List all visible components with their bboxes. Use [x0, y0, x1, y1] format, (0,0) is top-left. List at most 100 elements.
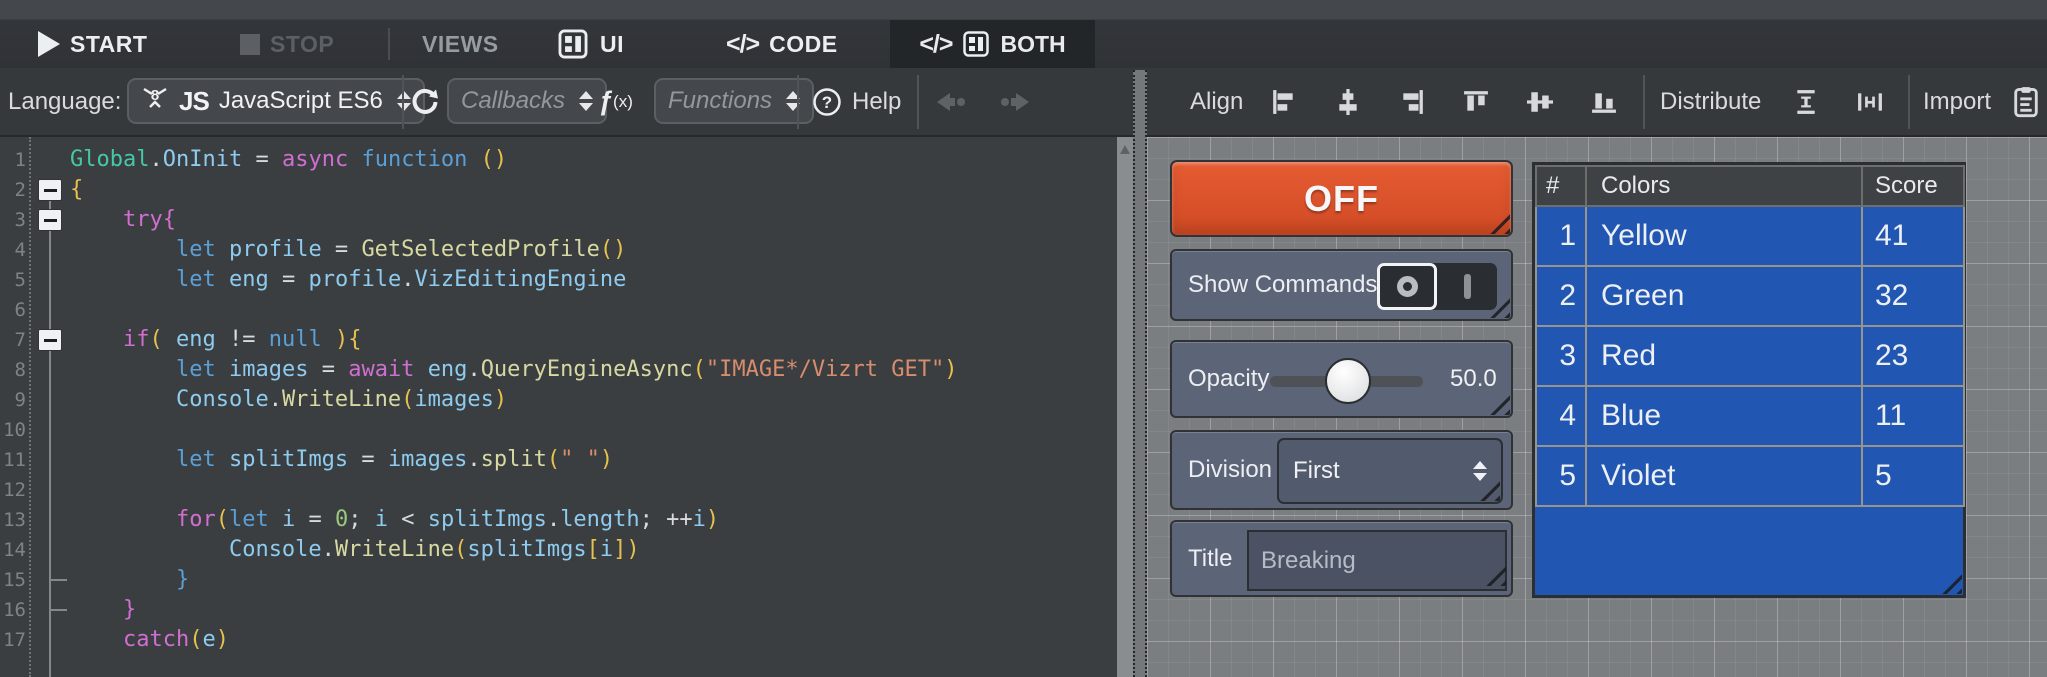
align-bottom-icon[interactable]	[1591, 89, 1617, 115]
division-label: Division	[1188, 456, 1272, 484]
table-cell[interactable]: 5	[1536, 446, 1586, 506]
stop-button[interactable]: STOP	[240, 20, 334, 68]
distribute-label: Distribute	[1660, 68, 1761, 135]
line-number: 12	[0, 475, 26, 505]
both-view-button[interactable]: </> BOTH	[890, 20, 1095, 68]
table-row[interactable]: 5Violet5	[1536, 446, 1964, 506]
line-number: 10	[0, 415, 26, 445]
navigate-forward-button[interactable]	[996, 68, 1030, 135]
refresh-button[interactable]	[410, 68, 440, 135]
scores-table-widget[interactable]: #ColorsScore 1Yellow412Green323Red234Blu…	[1532, 162, 1966, 598]
ui-view-button[interactable]: UI	[556, 20, 624, 68]
table-cell[interactable]: 32	[1862, 266, 1964, 326]
distribute-horizontal-icon[interactable]	[1857, 89, 1883, 115]
opacity-value: 50.0	[1450, 365, 1497, 393]
align-middle-vertical-icon[interactable]	[1527, 89, 1553, 115]
line-number: 2	[0, 175, 26, 205]
table-cell[interactable]: 3	[1536, 326, 1586, 386]
off-button-widget[interactable]: OFF	[1170, 160, 1513, 237]
table-cell[interactable]: Blue	[1586, 386, 1862, 446]
import-clipboard-button[interactable]	[2012, 68, 2040, 135]
table-row[interactable]: 1Yellow41	[1536, 206, 1964, 266]
stop-icon	[240, 34, 260, 55]
code-line	[70, 475, 958, 505]
code-tag-icon: </>	[726, 30, 759, 59]
toolbar-separator	[1643, 75, 1645, 129]
help-button[interactable]: ? Help	[812, 68, 901, 135]
code-view-button[interactable]: </> CODE	[726, 20, 838, 68]
start-button[interactable]: START	[38, 20, 147, 68]
table-row[interactable]: 2Green32	[1536, 266, 1964, 326]
show-commands-widget: Show Commands	[1170, 249, 1513, 321]
functions-dropdown[interactable]: Functions	[654, 78, 814, 124]
line-number-gutter: 1234567891011121314151617	[0, 145, 26, 655]
align-right-icon[interactable]	[1399, 89, 1425, 115]
spinner-icon	[1473, 461, 1487, 481]
import-button[interactable]: Import	[1923, 68, 1991, 135]
ui-design-canvas[interactable]: OFF Show Commands Opacity 50.0 Division …	[1147, 137, 2047, 677]
resize-grip[interactable]	[1486, 391, 1510, 415]
table-cell[interactable]: 4	[1536, 386, 1586, 446]
resize-grip[interactable]	[1486, 210, 1510, 234]
fold-end-tick	[50, 579, 67, 581]
table-cell[interactable]: 1	[1536, 206, 1586, 266]
spinner-icon	[579, 91, 593, 111]
clipboard-icon	[2012, 86, 2040, 118]
fold-collapse-button[interactable]	[38, 179, 62, 201]
fold-collapse-button[interactable]	[38, 209, 62, 231]
align-center-horizontal-icon[interactable]	[1335, 89, 1361, 115]
toggle-off-state[interactable]	[1377, 263, 1437, 310]
toggle-off-icon	[1397, 276, 1418, 297]
code-line: let eng = profile.VizEditingEngine	[70, 265, 958, 295]
align-left-icon[interactable]	[1271, 89, 1297, 115]
show-commands-toggle[interactable]	[1377, 263, 1497, 310]
table-cell[interactable]: Yellow	[1586, 206, 1862, 266]
line-number: 16	[0, 595, 26, 625]
line-number: 14	[0, 535, 26, 565]
code-line	[70, 295, 958, 325]
fold-collapse-button[interactable]	[38, 329, 62, 351]
code-line: if( eng != null ){	[70, 325, 958, 355]
code-editor[interactable]: 1234567891011121314151617 Global.OnInit …	[0, 137, 1117, 677]
opacity-label: Opacity	[1188, 365, 1269, 393]
table-cell[interactable]: Violet	[1586, 446, 1862, 506]
table-cell[interactable]: 2	[1536, 266, 1586, 326]
table-cell[interactable]: 11	[1862, 386, 1964, 446]
distribute-vertical-icon[interactable]	[1793, 89, 1819, 115]
opacity-widget: Opacity 50.0	[1170, 340, 1513, 418]
title-label: Title	[1188, 545, 1232, 573]
callbacks-dropdown[interactable]: Callbacks	[447, 78, 607, 124]
align-top-icon[interactable]	[1463, 89, 1489, 115]
language-dropdown[interactable]: 8 JS JavaScript ES6	[127, 78, 425, 124]
toggle-on-state[interactable]	[1437, 263, 1497, 310]
title-input[interactable]	[1247, 530, 1507, 591]
table-cell[interactable]: 5	[1862, 446, 1964, 506]
panel-splitter[interactable]	[1133, 70, 1147, 677]
table-row[interactable]: 3Red23	[1536, 326, 1964, 386]
table-cell[interactable]: Green	[1586, 266, 1862, 326]
line-number: 13	[0, 505, 26, 535]
scroll-up-icon[interactable]	[1120, 145, 1130, 154]
opacity-slider-thumb[interactable]	[1325, 358, 1371, 404]
table-cell[interactable]: Red	[1586, 326, 1862, 386]
gutter-divider	[29, 137, 31, 677]
table-column-header: Colors	[1586, 166, 1862, 206]
code-line: }	[70, 595, 958, 625]
table-column-header: #	[1536, 166, 1586, 206]
align-buttons	[1271, 68, 1617, 135]
table-cell[interactable]: 41	[1862, 206, 1964, 266]
table-cell[interactable]: 23	[1862, 326, 1964, 386]
code-line: Global.OnInit = async function ()	[70, 145, 958, 175]
toolbar-separator	[1908, 75, 1910, 129]
callbacks-placeholder: Callbacks	[461, 87, 565, 115]
division-dropdown[interactable]: First	[1277, 438, 1503, 504]
line-number: 1	[0, 145, 26, 175]
navigate-back-button[interactable]	[936, 68, 970, 135]
resize-grip[interactable]	[1938, 570, 1962, 594]
line-number: 9	[0, 385, 26, 415]
start-label: START	[70, 31, 147, 58]
editor-vertical-scrollbar[interactable]	[1117, 137, 1133, 677]
toolbar-separator	[917, 75, 919, 129]
table-row[interactable]: 4Blue11	[1536, 386, 1964, 446]
stop-label: STOP	[270, 31, 334, 58]
